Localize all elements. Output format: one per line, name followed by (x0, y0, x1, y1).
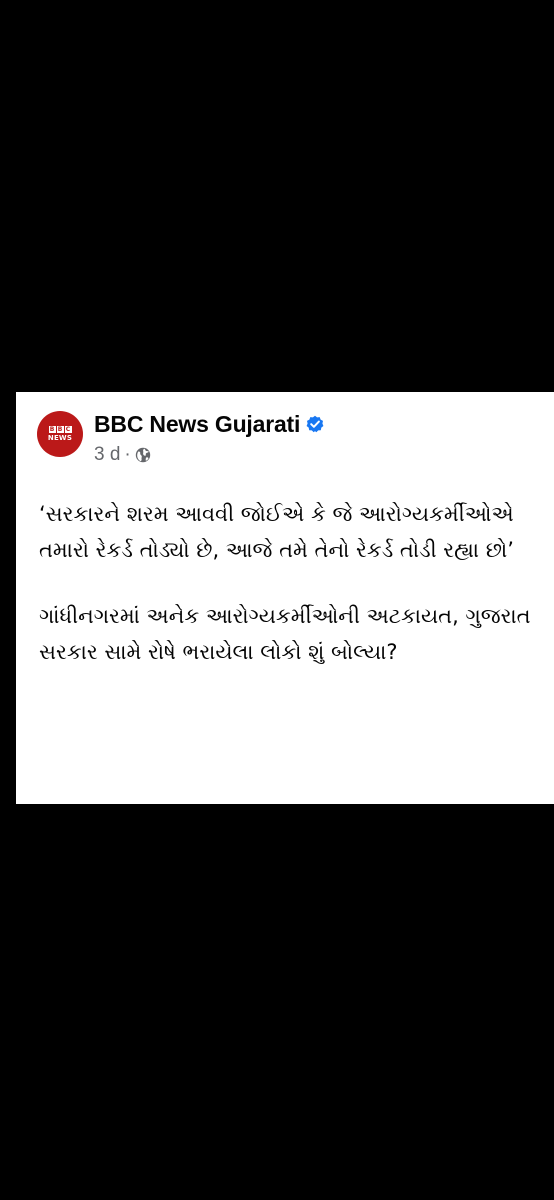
bbc-logo-letter: B (56, 426, 64, 433)
bbc-logo-letter: C (64, 426, 72, 433)
page-name-row: BBC News Gujarati (94, 408, 324, 440)
post-header: B B C NEWS BBC News Gujarati 3 d · (37, 411, 324, 466)
post-card: B B C NEWS BBC News Gujarati 3 d · ‘સરકા… (16, 392, 554, 804)
page-name-link[interactable]: BBC News Gujarati (94, 411, 300, 438)
post-text: ‘સરકારને શરમ આવવી જોઈએ કે જે આરોગ્યકર્મી… (39, 496, 539, 670)
screen: B B C NEWS BBC News Gujarati 3 d · ‘સરકા… (0, 0, 554, 1200)
bbc-logo-blocks: B B C (48, 426, 72, 433)
post-subline: 3 d · (94, 444, 324, 466)
avatar[interactable]: B B C NEWS (37, 411, 83, 457)
globe-icon[interactable] (135, 447, 151, 463)
post-meta: BBC News Gujarati 3 d · (94, 408, 324, 466)
post-paragraph-headline: ગાંધીનગરમાં અનેક આરોગ્યકર્મીઓની અટકાયત, … (39, 604, 531, 664)
bbc-logo-news-word: NEWS (47, 434, 73, 442)
post-timestamp[interactable]: 3 d (94, 444, 120, 466)
post-paragraph-quote: ‘સરકારને શરમ આવવી જોઈએ કે જે આરોગ્યકર્મી… (39, 502, 514, 562)
separator-dot: · (124, 444, 131, 465)
verified-badge-icon (306, 415, 324, 433)
bbc-logo-letter: B (48, 426, 56, 433)
